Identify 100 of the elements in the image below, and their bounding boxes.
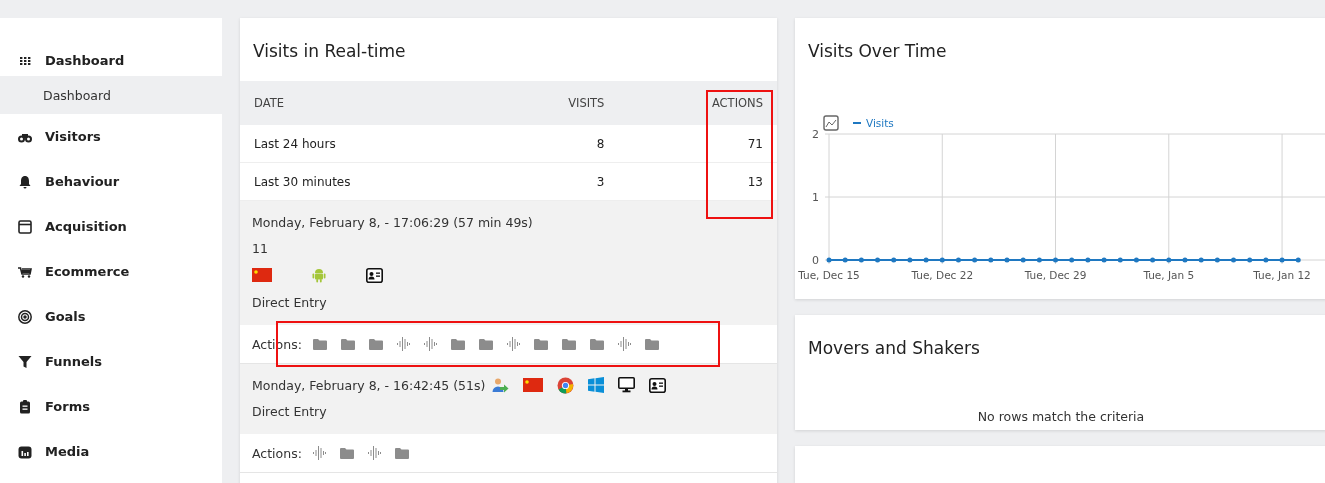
chrome-icon: [557, 376, 575, 394]
clipboard-icon: [17, 398, 33, 415]
data-point: [907, 257, 913, 263]
y-tick-label: 2: [812, 128, 819, 141]
person-arrow-icon: [491, 376, 510, 394]
sidebar-item[interactable]: Acquisition: [0, 204, 222, 249]
sidebar-item[interactable]: Forms: [0, 384, 222, 429]
window-icon: [17, 218, 33, 235]
windows-icon: [588, 377, 605, 393]
data-point: [1166, 257, 1172, 263]
x-tick-label: Tue, Dec 29: [1024, 269, 1087, 281]
data-point: [1231, 257, 1236, 263]
folder-icon[interactable]: [478, 338, 493, 350]
flag-icon: [523, 378, 544, 392]
x-tick-label: Tue, Jan 5: [1143, 269, 1195, 281]
data-point: [1295, 257, 1301, 263]
funnel-icon: [17, 353, 33, 370]
sound-wave-icon[interactable]: [617, 337, 631, 351]
sound-wave-icon[interactable]: [423, 337, 437, 351]
data-point: [1069, 257, 1075, 263]
table-cell: 3: [489, 162, 619, 201]
data-point: [1085, 257, 1091, 263]
android-icon: [312, 267, 326, 283]
table-cell: 13: [618, 162, 777, 201]
folder-icon[interactable]: [368, 338, 383, 350]
data-point: [891, 257, 897, 263]
x-tick-label: Tue, Dec 15: [798, 269, 860, 281]
folder-icon[interactable]: [394, 447, 409, 459]
folder-icon[interactable]: [450, 338, 465, 350]
actions-label: Actions:: [252, 445, 302, 461]
data-point: [1198, 257, 1204, 263]
folder-icon[interactable]: [312, 338, 327, 350]
legend-label: Visits: [866, 116, 894, 129]
data-point: [1214, 257, 1220, 263]
folder-icon[interactable]: [533, 338, 548, 350]
target-icon: [17, 308, 33, 325]
column-header: ACTIONS: [618, 81, 777, 125]
data-point: [1133, 257, 1139, 263]
bell-icon: [17, 173, 33, 190]
referrer-text: Direct Entry: [252, 294, 327, 310]
visit-datetime: Monday, February 8, - 16:42:45 (51s): [252, 377, 486, 393]
folder-icon[interactable]: [561, 338, 576, 350]
x-tick-label: Tue, Dec 22: [911, 269, 974, 281]
column-header: DATE: [240, 81, 490, 125]
sidebar-item[interactable]: Funnels: [0, 339, 222, 384]
data-point: [826, 257, 832, 263]
card-title: Movers and Shakers: [808, 338, 980, 359]
data-point: [1150, 257, 1156, 263]
sound-wave-icon[interactable]: [506, 337, 520, 351]
data-point: [1036, 257, 1042, 263]
visitor-number: 11: [252, 240, 268, 256]
card-title: Visits in Real-time: [253, 41, 406, 61]
data-point: [1117, 257, 1123, 263]
data-point: [1182, 257, 1188, 263]
table-cell: 8: [489, 125, 619, 163]
sidebar-subitem[interactable]: Dashboard: [0, 76, 222, 114]
data-point: [875, 257, 881, 263]
data-point: [1004, 257, 1010, 263]
sound-wave-icon[interactable]: [367, 446, 381, 460]
sound-wave-icon[interactable]: [312, 446, 326, 460]
table-cell: 71: [618, 125, 777, 163]
folder-icon[interactable]: [340, 338, 355, 350]
monitor-icon: [618, 377, 636, 393]
legend-item[interactable]: Visits: [853, 116, 894, 129]
column-header: VISITS: [489, 81, 619, 125]
data-point: [939, 257, 945, 263]
sidebar-item[interactable]: Behaviour: [0, 159, 222, 204]
visit-datetime: Monday, February 8, - 17:06:29 (57 min 49s): [252, 214, 533, 230]
data-point: [842, 257, 848, 263]
contact-card-icon: [649, 377, 667, 393]
data-point: [955, 257, 961, 263]
data-point: [923, 257, 929, 263]
y-tick-label: 1: [812, 191, 819, 204]
data-point: [1053, 257, 1059, 263]
contact-card-icon: [366, 267, 383, 283]
data-point: [1247, 257, 1253, 263]
data-point: [858, 257, 864, 263]
sidebar-item[interactable]: Visitors: [0, 114, 222, 159]
folder-icon[interactable]: [339, 447, 354, 459]
sound-wave-icon[interactable]: [396, 337, 410, 351]
empty-message: No rows match the criteria: [977, 409, 1145, 425]
sidebar-item[interactable]: Goals: [0, 294, 222, 339]
folder-icon[interactable]: [644, 338, 659, 350]
table-cell: Last 24 hours: [240, 125, 490, 163]
chart-type-icon[interactable]: [823, 115, 839, 131]
card-title: Visits Over Time: [808, 41, 947, 61]
data-point: [1020, 257, 1026, 263]
data-point: [972, 257, 978, 263]
folder-icon[interactable]: [589, 338, 604, 350]
y-tick-label: 0: [812, 254, 819, 267]
data-point: [1263, 257, 1269, 263]
table-cell: Last 30 minutes: [240, 162, 490, 201]
data-point: [1101, 257, 1107, 263]
sidebar-item[interactable]: Media: [0, 429, 222, 474]
data-point: [988, 257, 994, 263]
x-tick-label: Tue, Jan 12: [1253, 269, 1311, 281]
data-point: [1279, 257, 1285, 263]
sidebar-item[interactable]: Ecommerce: [0, 249, 222, 294]
flag-icon: [252, 268, 272, 282]
referrer-text: Direct Entry: [252, 403, 327, 419]
